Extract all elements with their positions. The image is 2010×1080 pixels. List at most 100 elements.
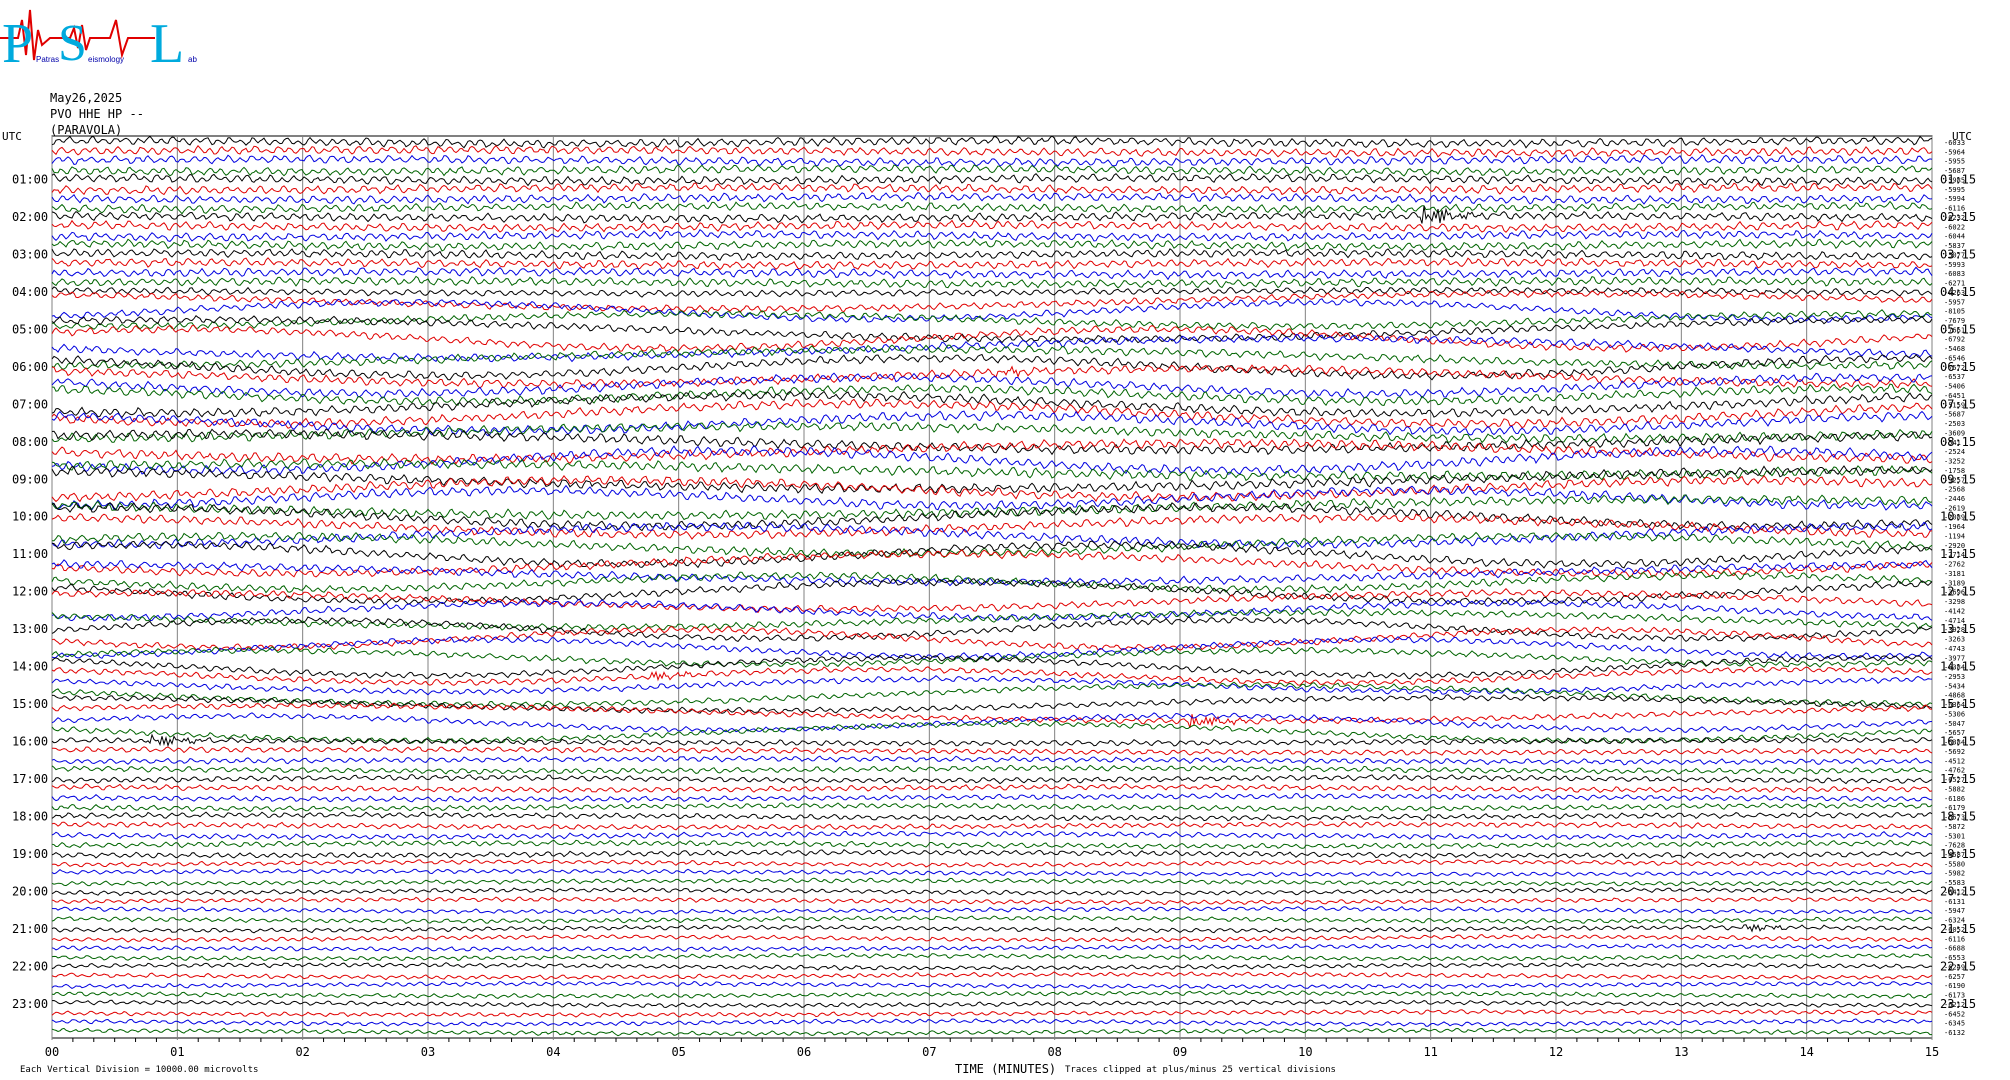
right-hour-label: 21:15 [1940,922,1976,936]
seismic-trace [51,859,1933,868]
right-hour-label: 09:15 [1940,472,1976,486]
left-hour-label: 13:00 [12,622,48,636]
seismic-trace [51,962,1933,971]
seismic-trace [51,587,1933,614]
left-hour-label: 20:00 [12,884,48,898]
seismic-trace [51,144,1933,158]
seismic-trace [51,154,1933,168]
x-tick-label: 12 [1549,1045,1563,1059]
x-tick-label: 07 [922,1045,936,1059]
right-hour-label: 18:15 [1940,810,1976,824]
trace-offset-label: -6044 [1944,233,1965,241]
trace-offset-label: -6792 [1944,336,1965,344]
right-hour-label: 23:15 [1940,997,1976,1011]
right-hour-label: 06:15 [1940,360,1976,374]
seismic-trace [51,764,1933,775]
right-hour-label: 13:15 [1940,622,1976,636]
seismic-trace [51,980,1933,990]
trace-offset-label: -1194 [1944,532,1965,540]
seismic-trace [51,971,1933,981]
seismic-trace [51,943,1933,953]
right-hour-label: 22:15 [1940,959,1976,973]
trace-offset-label: -6186 [1944,795,1965,803]
seismic-trace [51,783,1933,794]
seismic-trace [51,990,1933,999]
trace-offset-label: -3252 [1944,458,1965,466]
right-hour-label: 17:15 [1940,772,1976,786]
trace-offset-label: -5957 [1944,298,1965,306]
left-hour-label: 15:00 [12,697,48,711]
seismic-trace [51,681,1933,708]
right-hour-label: 04:15 [1940,285,1976,299]
left-hour-label: 01:00 [12,172,48,186]
seismic-trace [51,275,1933,289]
seismic-trace [51,896,1933,906]
trace-offset-label: -5882 [1944,785,1965,793]
right-hour-label: 12:15 [1940,585,1976,599]
right-hour-label: 01:15 [1940,172,1976,186]
seismic-trace [51,839,1933,850]
seismic-trace [51,733,1933,748]
right-hour-label: 11:15 [1940,547,1976,561]
seismic-trace [51,289,1933,314]
seismic-trace [51,745,1933,756]
seismic-trace [51,173,1933,187]
seismic-trace [51,1018,1933,1027]
left-hour-label: 17:00 [12,772,48,786]
right-hour-label: 15:15 [1940,697,1976,711]
seismic-trace [51,755,1933,766]
right-hour-label: 10:15 [1940,510,1976,524]
x-tick-label: 04 [546,1045,560,1059]
left-hour-label: 11:00 [12,547,48,561]
trace-offset-label: -4512 [1944,757,1965,765]
trace-offset-label: -5434 [1944,682,1965,690]
seismic-trace [52,364,1933,389]
left-hour-label: 12:00 [12,585,48,599]
left-hour-label: 10:00 [12,510,48,524]
right-hour-label: 19:15 [1940,847,1976,861]
seismic-trace [51,773,1933,785]
seismic-trace [51,933,1933,943]
seismic-trace [52,531,1933,559]
seismic-trace [51,868,1933,878]
left-hour-label: 05:00 [12,322,48,336]
x-tick-label: 05 [671,1045,685,1059]
trace-offset-label: -5692 [1944,748,1965,756]
left-hour-label: 07:00 [12,397,48,411]
seismic-trace [51,200,1933,215]
seismic-trace [51,665,1933,686]
seismic-trace [51,811,1933,822]
seismic-trace [51,999,1933,1009]
trace-offset-label: -5947 [1944,907,1965,915]
seismic-trace [52,694,1933,715]
trace-offset-label: -2446 [1944,495,1965,503]
seismic-trace [51,570,1933,594]
trace-offset-label: -4743 [1944,645,1965,653]
trace-offset-label: -6257 [1944,973,1965,981]
trace-offset-label: -5468 [1944,345,1965,353]
left-hour-label: 18:00 [12,810,48,824]
trace-offset-label: -5406 [1944,383,1965,391]
trace-offset-label: -5580 [1944,860,1965,868]
seismic-traces [51,135,1933,1037]
trace-offset-label: -5994 [1944,195,1965,203]
left-hour-label: 09:00 [12,472,48,486]
seismic-trace [51,182,1933,196]
right-hour-label: 05:15 [1940,322,1976,336]
trace-offset-label: -8105 [1944,308,1965,316]
seismic-trace [51,712,1933,733]
trace-offset-label: -6537 [1944,373,1965,381]
seismic-trace [51,383,1933,407]
trace-offset-label: -6190 [1944,982,1965,990]
trace-offset-label: -6131 [1944,898,1965,906]
trace-offset-label: -5306 [1944,710,1965,718]
seismic-trace [51,1027,1932,1037]
seismic-trace [51,887,1933,897]
x-tick-label: 06 [797,1045,811,1059]
seismic-trace [51,598,1933,622]
clip-note: Traces clipped at plus/minus 25 vertical… [1065,1065,1336,1075]
left-hour-label: 08:00 [12,435,48,449]
left-hour-label: 22:00 [12,959,48,973]
trace-offset-label: -2568 [1944,486,1965,494]
seismic-trace [51,219,1933,233]
